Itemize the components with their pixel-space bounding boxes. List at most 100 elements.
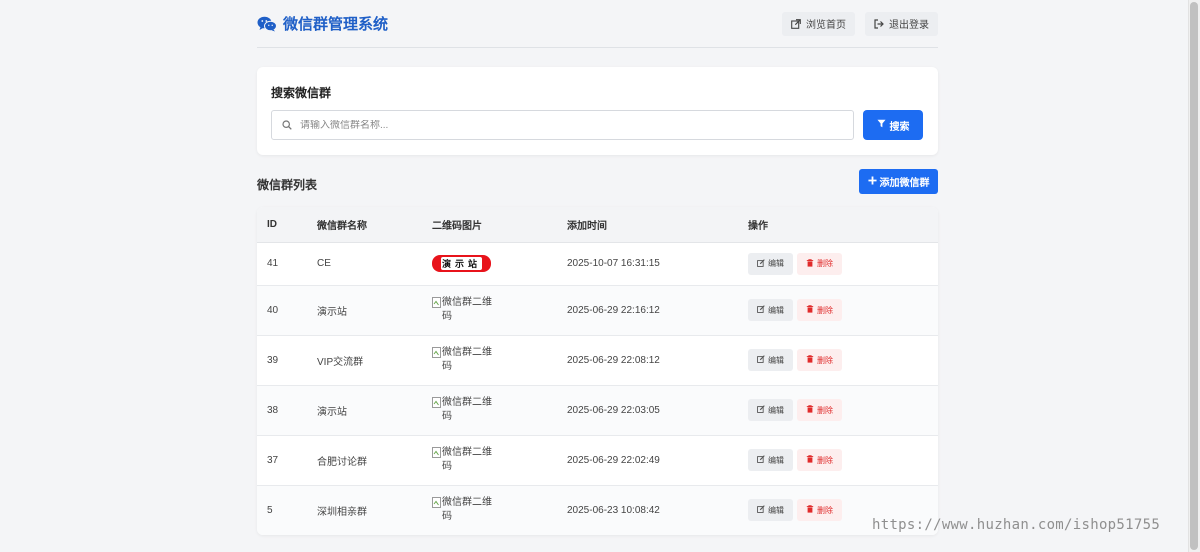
edit-button[interactable]: 编辑 <box>748 449 793 471</box>
edit-button[interactable]: 编辑 <box>748 299 793 321</box>
browse-home-button[interactable]: 浏览首页 <box>782 11 855 36</box>
search-title: 搜索微信群 <box>271 86 332 100</box>
qr-alt-text: 微信群二维码 <box>442 447 492 472</box>
trash-icon <box>806 405 814 415</box>
delete-button[interactable]: 删除 <box>797 299 842 321</box>
table-header-row: ID 微信群名称 二维码图片 添加时间 操作 <box>257 207 938 243</box>
wechat-icon <box>257 16 277 32</box>
delete-button[interactable]: 删除 <box>797 349 842 371</box>
watermark: https://www.huzhan.com/ishop51755 <box>872 517 1161 533</box>
cell-id: 38 <box>257 385 317 436</box>
qr-image: 微信群二维码 <box>432 296 494 324</box>
search-field[interactable] <box>271 110 854 140</box>
search-card: 搜索微信群 搜索 <box>257 67 938 155</box>
edit-label: 编辑 <box>768 505 784 515</box>
top-actions: 浏览首页 退出登录 <box>782 11 938 36</box>
cell-qr: 微信群二维码 <box>432 385 567 436</box>
browse-home-label: 浏览首页 <box>806 20 846 31</box>
search-button-label: 搜索 <box>889 121 910 133</box>
column-header-actions: 操作 <box>748 207 938 243</box>
table-row: 37 合肥讨论群 微信群二维码 2025-06-29 22:02:49 编辑 删… <box>257 435 938 486</box>
edit-icon <box>757 455 765 465</box>
cell-qr: 微信群二维码 <box>432 435 567 486</box>
cell-time: 2025-06-29 22:03:05 <box>567 385 748 436</box>
delete-button[interactable]: 删除 <box>797 252 842 275</box>
add-group-button[interactable]: 添加微信群 <box>859 169 938 194</box>
trash-icon <box>806 455 814 465</box>
edit-label: 编辑 <box>768 405 784 415</box>
scrollbar-thumb[interactable] <box>1190 2 1198 550</box>
qr-alt-text: 微信群二维码 <box>442 497 492 523</box>
cell-time: 2025-10-07 16:31:15 <box>567 242 748 286</box>
broken-image-icon <box>432 296 441 308</box>
top-bar: 微信群管理系统 浏览首页 退出登录 <box>257 0 938 48</box>
cell-actions: 编辑 删除 <box>748 435 938 486</box>
edit-label: 编辑 <box>768 355 784 365</box>
qr-image: 演示站 <box>432 255 491 272</box>
column-header-time: 添加时间 <box>567 207 748 243</box>
delete-label: 删除 <box>817 259 833 268</box>
broken-image-icon <box>432 346 441 358</box>
edit-icon <box>757 305 765 315</box>
cell-id: 39 <box>257 335 317 386</box>
cell-time: 2025-06-29 22:08:12 <box>567 335 748 386</box>
delete-button[interactable]: 删除 <box>797 449 842 471</box>
cell-time: 2025-06-29 22:16:12 <box>567 285 748 336</box>
edit-icon <box>757 505 765 515</box>
search-icon <box>282 120 292 130</box>
list-title: 微信群列表 <box>257 178 318 192</box>
cell-name: CE <box>317 242 432 286</box>
cell-name: 演示站 <box>317 385 432 436</box>
edit-button[interactable]: 编辑 <box>748 349 793 371</box>
qr-image: 微信群二维码 <box>432 346 494 374</box>
cell-actions: 编辑 删除 <box>748 242 938 286</box>
cell-name: VIP交流群 <box>317 335 432 386</box>
add-group-label: 添加微信群 <box>879 178 930 189</box>
search-input[interactable] <box>300 119 820 131</box>
column-header-id: ID <box>257 207 317 243</box>
edit-button[interactable]: 编辑 <box>748 399 793 421</box>
group-table-card: ID 微信群名称 二维码图片 添加时间 操作 41 CE 演示站 2025-10… <box>257 207 938 535</box>
logout-button[interactable]: 退出登录 <box>865 11 938 36</box>
edit-button[interactable]: 编辑 <box>748 252 793 275</box>
edit-label: 编辑 <box>768 455 784 465</box>
qr-image: 微信群二维码 <box>432 496 494 524</box>
trash-icon <box>806 355 814 365</box>
table-row: 38 演示站 微信群二维码 2025-06-29 22:03:05 编辑 删除 <box>257 385 938 436</box>
edit-icon <box>757 405 765 415</box>
page-scrollbar[interactable] <box>1188 0 1200 552</box>
filter-icon <box>876 119 886 131</box>
cell-id: 37 <box>257 435 317 486</box>
external-link-icon <box>791 18 801 29</box>
search-button[interactable]: 搜索 <box>863 110 923 140</box>
plus-icon <box>867 175 877 188</box>
cell-id: 41 <box>257 242 317 286</box>
trash-icon <box>806 305 814 315</box>
cell-qr: 微信群二维码 <box>432 485 567 535</box>
cell-time: 2025-06-29 22:02:49 <box>567 435 748 486</box>
edit-button[interactable]: 编辑 <box>748 499 793 522</box>
delete-label: 删除 <box>817 305 833 315</box>
table-row: 39 VIP交流群 微信群二维码 2025-06-29 22:08:12 编辑 … <box>257 335 938 386</box>
qr-alt-text: 微信群二维码 <box>442 347 492 372</box>
cell-qr: 演示站 <box>432 242 567 286</box>
delete-label: 删除 <box>817 355 833 365</box>
cell-name: 合肥讨论群 <box>317 435 432 486</box>
delete-label: 删除 <box>817 505 833 515</box>
broken-image-icon <box>432 396 441 408</box>
edit-label: 编辑 <box>768 259 784 268</box>
trash-icon <box>806 258 814 269</box>
delete-button[interactable]: 删除 <box>797 499 842 522</box>
column-header-qr: 二维码图片 <box>432 207 567 243</box>
delete-button[interactable]: 删除 <box>797 399 842 421</box>
table-row: 5 深圳相亲群 微信群二维码 2025-06-23 10:08:42 编辑 删除 <box>257 485 938 535</box>
table-row: 41 CE 演示站 2025-10-07 16:31:15 编辑 删除 <box>257 242 938 286</box>
cell-qr: 微信群二维码 <box>432 335 567 386</box>
broken-image-icon <box>432 496 441 509</box>
brand: 微信群管理系统 <box>257 13 388 34</box>
edit-icon <box>757 355 765 365</box>
cell-actions: 编辑 删除 <box>748 335 938 386</box>
page-title: 微信群管理系统 <box>283 16 389 33</box>
cell-name: 演示站 <box>317 285 432 336</box>
table-row: 40 演示站 微信群二维码 2025-06-29 22:16:12 编辑 删除 <box>257 285 938 336</box>
